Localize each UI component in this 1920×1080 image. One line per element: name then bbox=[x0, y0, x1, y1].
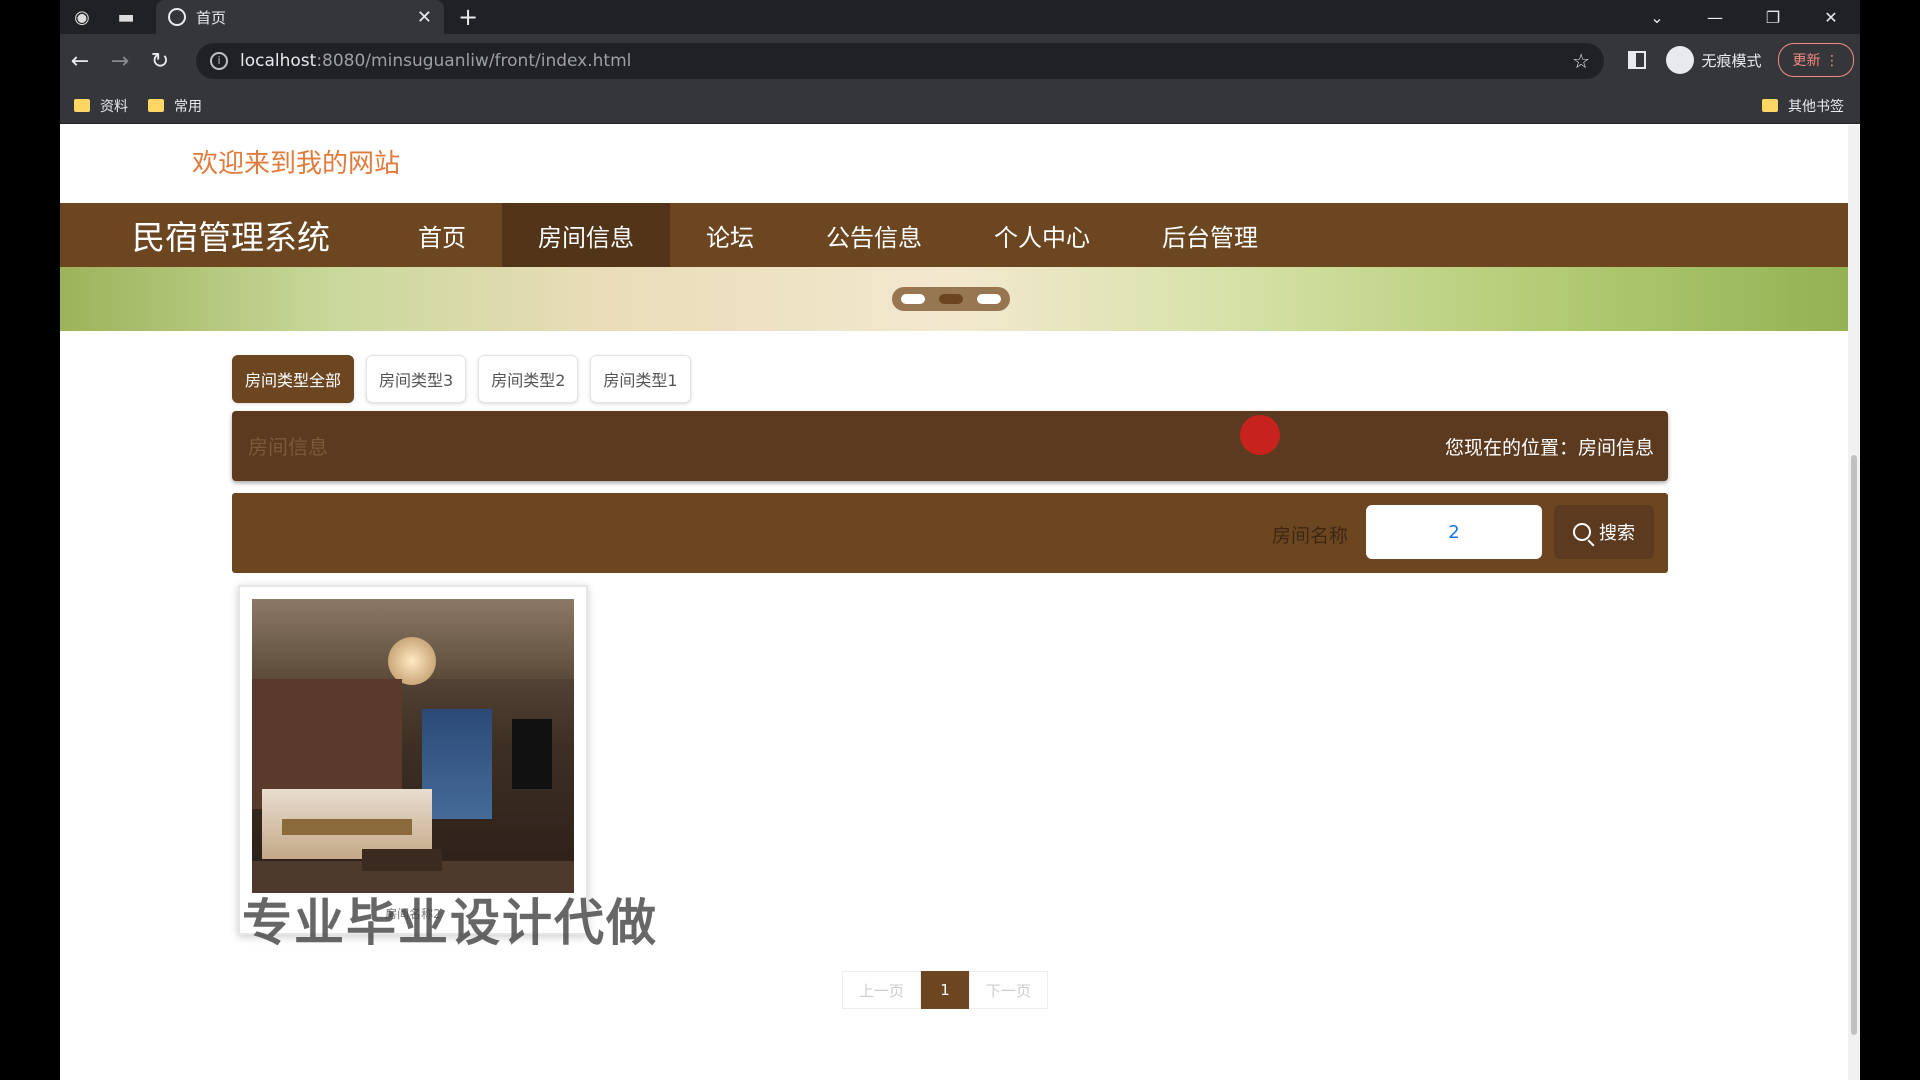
side-panel-icon[interactable] bbox=[1627, 51, 1646, 69]
tab-strip: ◉ ▬ 首页 ✕ + ⌄ — ❐ ✕ bbox=[60, 0, 1860, 34]
bookmarks-bar: 资料 常用 其他书签 bbox=[60, 88, 1860, 124]
nav-home[interactable]: 首页 bbox=[382, 203, 502, 267]
search-button-label: 搜索 bbox=[1599, 523, 1635, 544]
bookmark-folder[interactable]: 常用 bbox=[148, 96, 202, 116]
browser-tab[interactable]: 首页 ✕ bbox=[156, 0, 444, 34]
page-number-button[interactable]: 1 bbox=[921, 971, 970, 1009]
forward-icon[interactable]: → bbox=[100, 49, 140, 74]
url-input[interactable]: i localhost:8080/minsuguanliw/front/inde… bbox=[196, 43, 1604, 79]
address-bar-row: ← → ↻ i localhost:8080/minsuguanliw/fron… bbox=[60, 34, 1860, 88]
update-label: 更新 bbox=[1792, 53, 1821, 69]
pinned-tab-icon[interactable]: ◉ bbox=[60, 0, 104, 34]
restore-icon[interactable]: ❐ bbox=[1744, 8, 1802, 27]
nav-profile[interactable]: 个人中心 bbox=[958, 203, 1126, 267]
browser-window: ◉ ▬ 首页 ✕ + ⌄ — ❐ ✕ ← → ↻ i localhost:808… bbox=[60, 0, 1860, 1080]
section-header: 房间信息 您现在的位置：房间信息 bbox=[232, 411, 1668, 481]
tab-search-icon[interactable]: ▬ bbox=[104, 0, 148, 34]
nav-forum[interactable]: 论坛 bbox=[670, 203, 790, 267]
close-window-icon[interactable]: ✕ bbox=[1802, 8, 1860, 27]
window-controls: ⌄ — ❐ ✕ bbox=[1628, 0, 1860, 34]
carousel-dot[interactable] bbox=[901, 294, 925, 304]
folder-icon bbox=[148, 99, 164, 112]
carousel-dot[interactable] bbox=[977, 294, 1001, 304]
folder-icon bbox=[74, 99, 90, 112]
carousel-dot-active[interactable] bbox=[939, 294, 963, 304]
folder-icon bbox=[1762, 99, 1778, 112]
banner-carousel bbox=[60, 267, 1848, 331]
scrollbar-thumb[interactable] bbox=[1851, 455, 1857, 1035]
nav-rooms[interactable]: 房间信息 bbox=[502, 203, 670, 267]
carousel-indicators bbox=[892, 287, 1010, 311]
search-button[interactable]: 搜索 bbox=[1554, 505, 1654, 559]
filter-type-3[interactable]: 房间类型3 bbox=[366, 355, 467, 403]
bookmark-star-icon[interactable]: ☆ bbox=[1572, 49, 1590, 73]
new-tab-icon[interactable]: + bbox=[458, 3, 478, 31]
room-photo[interactable] bbox=[252, 599, 574, 893]
reload-icon[interactable]: ↻ bbox=[140, 49, 180, 74]
bookmark-folder[interactable]: 资料 bbox=[74, 96, 128, 116]
site-brand: 民宿管理系统 bbox=[132, 218, 330, 257]
room-type-filters: 房间类型全部 房间类型3 房间类型2 房间类型1 bbox=[232, 355, 703, 403]
bookmark-label: 资料 bbox=[100, 98, 128, 115]
update-button[interactable]: 更新 ⋮ bbox=[1777, 43, 1854, 77]
site-info-icon[interactable]: i bbox=[210, 52, 228, 70]
url-host: localhost bbox=[240, 51, 317, 71]
bookmark-label: 常用 bbox=[174, 98, 202, 115]
page-scrollbar[interactable] bbox=[1848, 125, 1860, 1080]
lamp-graphic bbox=[388, 637, 436, 685]
filter-all[interactable]: 房间类型全部 bbox=[232, 355, 355, 403]
minimize-icon[interactable]: — bbox=[1686, 8, 1744, 27]
main-nav: 民宿管理系统 首页 房间信息 论坛 公告信息 个人中心 后台管理 bbox=[60, 203, 1848, 267]
prev-page-button[interactable]: 上一页 bbox=[842, 971, 922, 1009]
nav-announcements[interactable]: 公告信息 bbox=[790, 203, 958, 267]
search-label: 房间名称 bbox=[1272, 525, 1349, 547]
filter-type-2[interactable]: 房间类型2 bbox=[478, 355, 579, 403]
close-tab-icon[interactable]: ✕ bbox=[417, 7, 432, 28]
click-indicator bbox=[1240, 415, 1280, 455]
room-name-input[interactable] bbox=[1366, 505, 1542, 559]
other-bookmarks[interactable]: 其他书签 bbox=[1762, 96, 1844, 116]
search-icon bbox=[1573, 523, 1591, 541]
other-bookmarks-label: 其他书签 bbox=[1788, 98, 1844, 115]
next-page-button[interactable]: 下一页 bbox=[969, 971, 1049, 1009]
incognito-label[interactable]: 无痕模式 bbox=[1702, 50, 1762, 71]
welcome-text: 欢迎来到我的网站 bbox=[192, 149, 401, 179]
incognito-icon bbox=[1665, 46, 1694, 74]
filter-type-1[interactable]: 房间类型1 bbox=[590, 355, 691, 403]
tab-list-icon[interactable]: ⌄ bbox=[1628, 8, 1686, 27]
back-icon[interactable]: ← bbox=[60, 49, 100, 74]
globe-icon bbox=[168, 8, 186, 26]
toolbar-right: 无痕模式 更新 ⋮ bbox=[1627, 43, 1854, 77]
nav-admin[interactable]: 后台管理 bbox=[1126, 203, 1294, 267]
breadcrumb: 您现在的位置：房间信息 bbox=[1444, 437, 1654, 459]
pagination: 上一页 1 下一页 bbox=[842, 971, 1049, 1009]
tab-title: 首页 bbox=[196, 8, 227, 27]
section-title: 房间信息 bbox=[248, 435, 328, 459]
watermark-text: 专业毕业设计代做 bbox=[242, 894, 658, 952]
search-bar: 房间名称 搜索 bbox=[232, 493, 1668, 573]
url-path: :8080/minsuguanliw/front/index.html bbox=[316, 51, 632, 71]
page-content: 欢迎来到我的网站 民宿管理系统 首页 房间信息 论坛 公告信息 个人中心 后台管… bbox=[60, 125, 1860, 1080]
